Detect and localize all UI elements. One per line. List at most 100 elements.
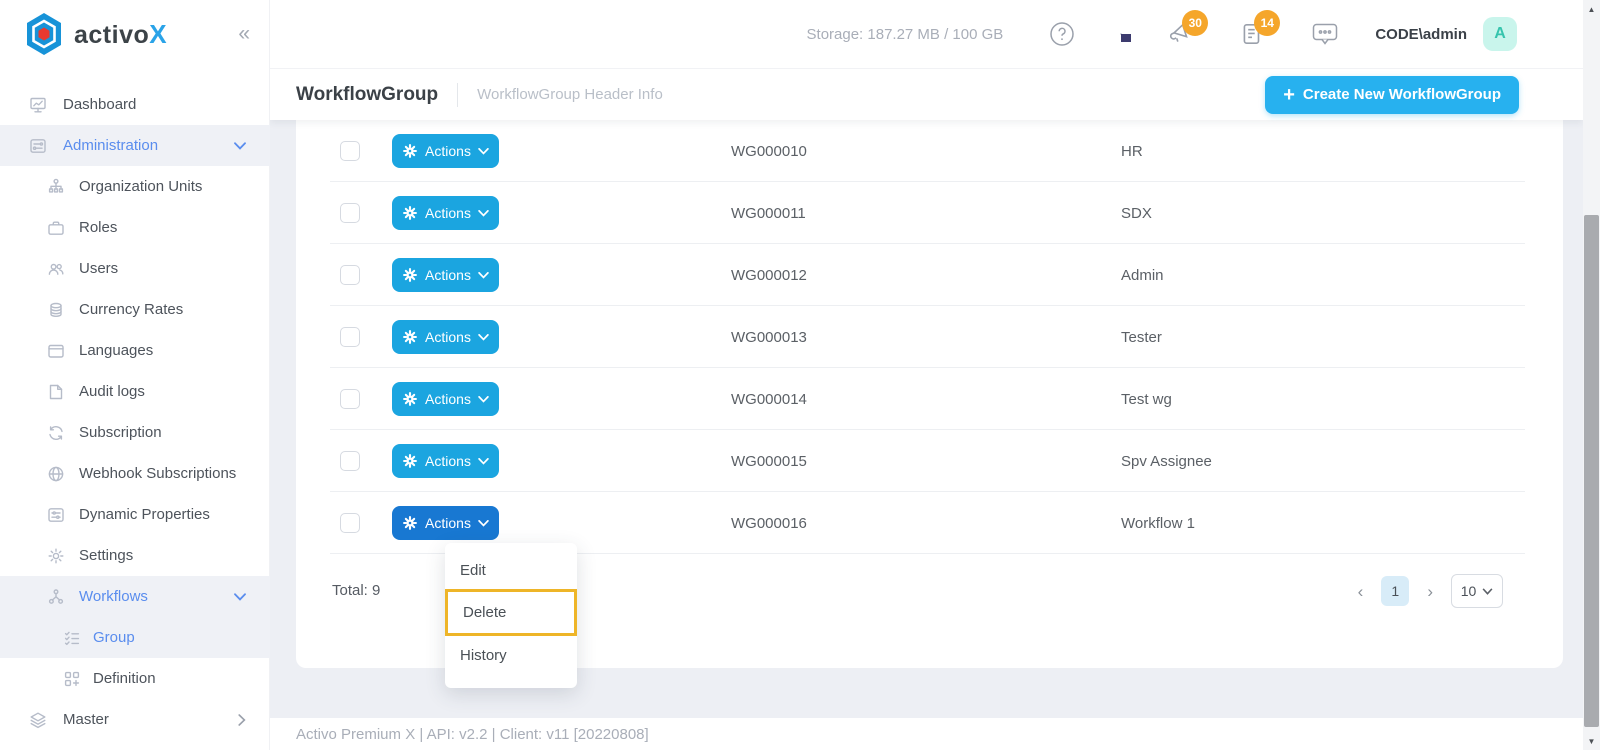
page-header: WorkflowGroup WorkflowGroup Header Info … <box>270 68 1583 120</box>
sidebar-item-workflows[interactable]: Workflows <box>0 576 270 617</box>
create-new-workflowgroup-button[interactable]: + Create New WorkflowGroup <box>1265 75 1519 114</box>
chevron-down-icon <box>478 333 489 341</box>
activox-logo-icon <box>24 12 64 56</box>
gear-icon <box>402 515 418 531</box>
group-icon <box>62 628 82 648</box>
workflowgroup-name: HR <box>1121 142 1143 160</box>
sidebar-item-dynamic-properties[interactable]: Dynamic Properties <box>0 494 270 535</box>
brand-name: activoX <box>74 18 168 49</box>
page-subtitle: WorkflowGroup Header Info <box>477 86 663 103</box>
sidebar-item-label: Administration <box>63 137 159 154</box>
actions-button[interactable]: Actions <box>392 134 499 168</box>
sidebar-item-group[interactable]: Group <box>0 617 270 658</box>
chevron-down-icon <box>234 141 246 150</box>
current-user[interactable]: CODE\admin <box>1375 26 1467 43</box>
sidebar-item-dashboard[interactable]: Dashboard <box>0 84 270 125</box>
workflowgroup-name: Spv Assignee <box>1121 452 1212 470</box>
audit-logs-icon <box>46 382 66 402</box>
workflowgroup-code: WG000010 <box>731 142 807 160</box>
sidebar-item-label: Audit logs <box>79 383 145 400</box>
subscription-icon <box>46 423 66 443</box>
menu-item-delete[interactable]: Delete <box>445 589 577 636</box>
row-checkbox[interactable] <box>340 513 360 533</box>
actions-button[interactable]: Actions <box>392 444 499 478</box>
roles-icon <box>46 218 66 238</box>
org-units-icon <box>46 177 66 197</box>
chevron-down-icon <box>478 395 489 403</box>
page-number[interactable]: 1 <box>1381 576 1410 606</box>
avatar[interactable]: A <box>1483 17 1517 51</box>
webhook-icon <box>46 464 66 484</box>
workflowgroup-name: Admin <box>1121 266 1164 284</box>
sidebar-item-subscription[interactable]: Subscription <box>0 412 270 453</box>
feedback-chat-icon[interactable] <box>1311 21 1339 47</box>
workflowgroup-code: WG000013 <box>731 328 807 346</box>
page-size-select[interactable]: 10 <box>1451 574 1503 608</box>
workflowgroup-code: WG000012 <box>731 266 807 284</box>
total-count: Total: 9 <box>332 582 381 599</box>
workflows-icon <box>46 587 66 607</box>
page-title: WorkflowGroup <box>296 83 439 105</box>
menu-item-history[interactable]: History <box>445 636 577 674</box>
sidebar-item-languages[interactable]: Languages <box>0 330 270 371</box>
sidebar-item-webhook-subscriptions[interactable]: Webhook Subscriptions <box>0 453 270 494</box>
actions-button[interactable]: Actions <box>392 196 499 230</box>
chevron-down-icon <box>1482 587 1493 595</box>
table-row: Actions WG000014 Test wg <box>296 368 1563 430</box>
workflowgroup-name: Test wg <box>1121 390 1172 408</box>
sidebar-item-currency-rates[interactable]: Currency Rates <box>0 289 270 330</box>
chevron-down-icon <box>478 519 489 527</box>
chevron-down-icon <box>478 457 489 465</box>
workflowgroup-code: WG000014 <box>731 390 807 408</box>
table-row: Actions WG000012 Admin <box>296 244 1563 306</box>
sidebar-item-administration[interactable]: Administration <box>0 125 270 166</box>
announcements-icon[interactable]: 30 <box>1167 10 1209 47</box>
sidebar-item-audit-logs[interactable]: Audit logs <box>0 371 270 412</box>
actions-button[interactable]: Actions <box>392 506 499 540</box>
notes-icon[interactable]: 14 <box>1239 10 1281 47</box>
prev-page-icon[interactable]: ‹ <box>1354 579 1368 604</box>
actions-button[interactable]: Actions <box>392 320 499 354</box>
chevron-right-icon <box>238 713 246 726</box>
languages-icon <box>46 341 66 361</box>
sidebar-item-master[interactable]: Master <box>0 699 270 740</box>
actions-button[interactable]: Actions <box>392 382 499 416</box>
sidebar-menu: Dashboard Administration Organization Unit… <box>0 84 270 740</box>
sidebar-item-settings[interactable]: Settings <box>0 535 270 576</box>
next-page-icon[interactable]: › <box>1423 579 1437 604</box>
topbar: Storage: 187.27 MB / 100 GB 30 14 CODE\a… <box>270 0 1583 68</box>
workflowgroup-code: WG000015 <box>731 452 807 470</box>
sidebar-item-label: Subscription <box>79 424 162 441</box>
sidebar-item-label: Workflows <box>79 588 148 605</box>
footer-version-text: Activo Premium X | API: v2.2 | Client: v… <box>296 725 649 743</box>
workflowgroup-code: WG000016 <box>731 514 807 532</box>
help-icon[interactable] <box>1049 21 1075 47</box>
workflowgroup-name: Tester <box>1121 328 1162 346</box>
sidebar-item-label: Dynamic Properties <box>79 506 210 523</box>
sidebar-item-definition[interactable]: Definition <box>0 658 270 699</box>
scroll-up-icon[interactable]: ▲ <box>1583 2 1600 16</box>
scroll-down-icon[interactable]: ▼ <box>1583 734 1600 748</box>
vertical-scrollbar[interactable]: ▲ ▼ <box>1583 0 1600 750</box>
sidebar-collapse-icon[interactable]: « <box>238 22 250 46</box>
menu-item-edit[interactable]: Edit <box>445 551 577 589</box>
row-checkbox[interactable] <box>340 141 360 161</box>
master-icon <box>28 710 48 730</box>
sidebar-item-label: Roles <box>79 219 118 236</box>
row-checkbox[interactable] <box>340 451 360 471</box>
sidebar-item-roles[interactable]: Roles <box>0 207 270 248</box>
actions-button[interactable]: Actions <box>392 258 499 292</box>
announcements-badge: 30 <box>1182 10 1209 36</box>
sidebar-item-users[interactable]: Users <box>0 248 270 289</box>
row-checkbox[interactable] <box>340 389 360 409</box>
row-checkbox[interactable] <box>340 203 360 223</box>
gear-icon <box>402 205 418 221</box>
row-checkbox[interactable] <box>340 327 360 347</box>
sidebar-item-organization-units[interactable]: Organization Units <box>0 166 270 207</box>
sidebar-item-label: Definition <box>93 670 156 687</box>
definition-icon <box>62 669 82 689</box>
scrollbar-thumb[interactable] <box>1584 215 1599 727</box>
users-icon <box>46 259 66 279</box>
row-checkbox[interactable] <box>340 265 360 285</box>
sidebar-item-label: Group <box>93 629 135 646</box>
